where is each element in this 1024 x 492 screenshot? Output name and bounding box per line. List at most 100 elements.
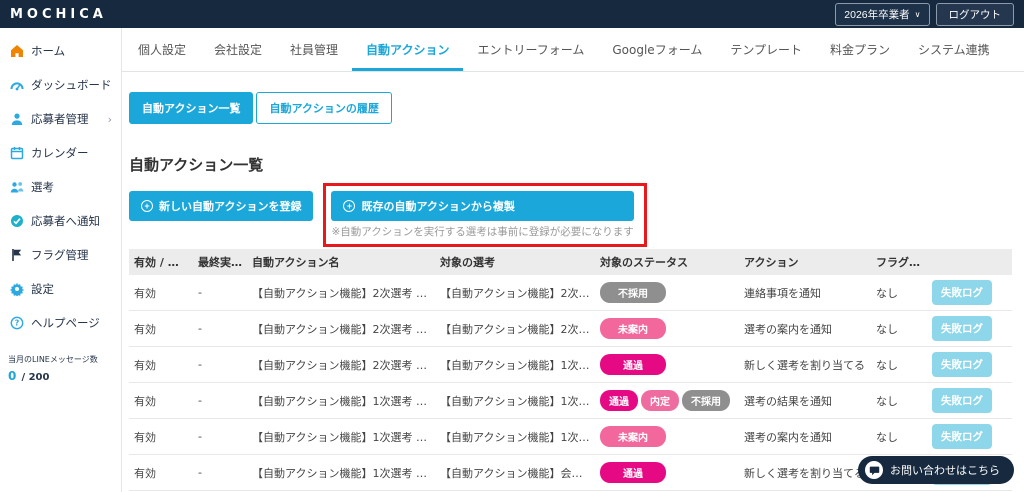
cell-action: 新しく選考を割り当てる	[739, 357, 871, 373]
register-new-action-label: 新しい自動アクションを登録	[159, 198, 301, 214]
cell-enabled: 有効	[129, 321, 193, 337]
contact-chat-label: お問い合わせはこちら	[890, 462, 1000, 478]
failure-log-button[interactable]: 失敗ログ	[932, 280, 992, 305]
calendar-icon	[9, 146, 24, 161]
sidebar-item-label: フラグ管理	[31, 247, 89, 263]
cell-action-name: 【自動アクション機能】2次選考 選考案内通知	[247, 321, 435, 337]
user-icon	[9, 112, 24, 127]
sidebar-item-dashboard[interactable]: ダッシュボード	[0, 68, 121, 102]
status-badge: 内定	[641, 390, 679, 411]
cell-last-run: -	[193, 286, 247, 299]
subtab-action-list[interactable]: 自動アクション一覧	[129, 92, 253, 124]
status-badge: 不採用	[600, 282, 666, 303]
dashboard-icon	[9, 78, 24, 93]
cell-action-name: 【自動アクション機能】2次選考 不合格通知（連…	[247, 285, 435, 301]
column-header: アクション	[739, 254, 871, 270]
tab-system[interactable]: システム連携	[904, 28, 1004, 71]
status-badge: 通過	[600, 354, 666, 375]
cell-target-selection: 【自動アクション機能】1次選考	[435, 429, 595, 445]
plus-icon: +	[343, 200, 355, 212]
cell-action: 選考の結果を通知	[739, 393, 871, 409]
app-logo: MOCHICA	[10, 7, 107, 22]
page-title: 自動アクション一覧	[129, 154, 1012, 175]
cell-enabled: 有効	[129, 357, 193, 373]
sidebar: ホームダッシュボード応募者管理› カレンダー選考応募者へ通知フラグ管理設定 ?ヘルプ…	[0, 28, 122, 492]
logout-button[interactable]: ログアウト	[936, 3, 1015, 26]
sidebar-item-settings[interactable]: 設定	[0, 272, 121, 306]
cell-enabled: 有効	[129, 285, 193, 301]
table-row[interactable]: 有効-【自動アクション機能】1次選考 選考案内送付【自動アクション機能】1次選考…	[129, 419, 1012, 455]
cell-action: 選考の案内を通知	[739, 321, 871, 337]
highlight-red-box: + 既存の自動アクションから複製 ※自動アクションを実行する選考は事前に登録が必…	[323, 183, 646, 247]
sidebar-item-flags[interactable]: フラグ管理	[0, 238, 121, 272]
column-header: フラグ指定	[871, 254, 927, 270]
auto-action-subtabs: 自動アクション一覧自動アクションの履歴	[129, 92, 1012, 124]
tab-pricing[interactable]: 料金プラン	[816, 28, 904, 71]
subtab-action-history[interactable]: 自動アクションの履歴	[256, 92, 391, 124]
sidebar-item-calendar[interactable]: カレンダー	[0, 136, 121, 170]
cell-target-selection: 【自動アクション機能】会社説明会	[435, 465, 595, 481]
cell-target-selection: 【自動アクション機能】2次選考	[435, 285, 595, 301]
tab-template[interactable]: テンプレート	[716, 28, 816, 71]
cell-action-name: 【自動アクション機能】1次選考 結果通知	[247, 393, 435, 409]
topbar: MOCHICA 2026年卒業者 ∨ ログアウト	[0, 0, 1024, 28]
cell-flag: なし	[871, 393, 927, 409]
line-message-counter: 当月のLINEメッセージ数 0 / 200	[0, 350, 121, 388]
cell-action: 新しく選考を割り当てる	[739, 465, 871, 481]
column-header: 有効 / 無効	[129, 254, 193, 270]
cell-action: 選考の案内を通知	[739, 429, 871, 445]
register-new-action-button[interactable]: + 新しい自動アクションを登録	[129, 191, 313, 221]
flag-icon	[9, 248, 24, 263]
tab-staff[interactable]: 社員管理	[276, 28, 352, 71]
table-row[interactable]: 有効-【自動アクション機能】1次選考 結果通知【自動アクション機能】1次選考通過…	[129, 383, 1012, 419]
svg-text:?: ?	[14, 319, 19, 328]
cell-log-button: 失敗ログ	[927, 352, 1012, 377]
sidebar-item-label: 応募者へ通知	[31, 213, 100, 229]
column-header: 最終実行日時	[193, 254, 247, 270]
failure-log-button[interactable]: 失敗ログ	[932, 388, 992, 413]
contact-chat-button[interactable]: お問い合わせはこちら	[858, 456, 1014, 484]
sidebar-item-selection[interactable]: 選考	[0, 170, 121, 204]
sidebar-item-home[interactable]: ホーム	[0, 34, 121, 68]
line-counter-label: 当月のLINEメッセージ数	[8, 354, 113, 365]
people-icon	[9, 180, 24, 195]
sidebar-item-applicants[interactable]: 応募者管理›	[0, 102, 121, 136]
cell-action-name: 【自動アクション機能】1次選考 選考案内送付	[247, 429, 435, 445]
column-header: 対象の選考	[435, 254, 595, 270]
action-note: ※自動アクションを実行する選考は事前に登録が必要になります	[331, 224, 633, 239]
table-row[interactable]: 有効-【自動アクション機能】2次選考 割り当て【自動アクション機能】1次選考通過…	[129, 347, 1012, 383]
failure-log-button[interactable]: 失敗ログ	[932, 316, 992, 341]
tab-auto-action[interactable]: 自動アクション	[352, 28, 463, 71]
status-badge: 通過	[600, 462, 666, 483]
failure-log-button[interactable]: 失敗ログ	[932, 424, 992, 449]
status-badge: 未案内	[600, 318, 666, 339]
cell-log-button: 失敗ログ	[927, 388, 1012, 413]
duplicate-action-button[interactable]: + 既存の自動アクションから複製	[331, 191, 633, 221]
status-badge: 通過	[600, 390, 638, 411]
tab-personal[interactable]: 個人設定	[124, 28, 200, 71]
settings-tabbar: 個人設定会社設定社員管理自動アクションエントリーフォームGoogleフォームテン…	[122, 28, 1024, 72]
graduation-year-selector[interactable]: 2026年卒業者 ∨	[835, 3, 929, 26]
tab-entry-form[interactable]: エントリーフォーム	[463, 28, 598, 71]
column-header: 対象のステータス	[595, 254, 739, 270]
cell-flag: なし	[871, 321, 927, 337]
sidebar-item-label: カレンダー	[31, 145, 89, 161]
cell-target-selection: 【自動アクション機能】1次選考	[435, 357, 595, 373]
tab-google-form[interactable]: Googleフォーム	[598, 28, 716, 71]
cell-statuses: 未案内	[595, 318, 739, 339]
tab-company[interactable]: 会社設定	[200, 28, 276, 71]
sidebar-item-help[interactable]: ?ヘルプページ	[0, 306, 121, 340]
sidebar-item-label: 設定	[31, 281, 54, 297]
cell-action-name: 【自動アクション機能】2次選考 割り当て	[247, 357, 435, 373]
table-row[interactable]: 有効-【自動アクション機能】2次選考 選考案内通知【自動アクション機能】2次選考…	[129, 311, 1012, 347]
check-circle-icon	[9, 214, 24, 229]
cell-enabled: 有効	[129, 429, 193, 445]
table-row[interactable]: 有効-【自動アクション機能】2次選考 不合格通知（連…【自動アクション機能】2次…	[129, 275, 1012, 311]
status-badge: 不採用	[682, 390, 730, 411]
cell-enabled: 有効	[129, 393, 193, 409]
cell-action-name: 【自動アクション機能】1次選考 割り当て	[247, 465, 435, 481]
cell-log-button: 失敗ログ	[927, 424, 1012, 449]
failure-log-button[interactable]: 失敗ログ	[932, 352, 992, 377]
cell-target-selection: 【自動アクション機能】1次選考	[435, 393, 595, 409]
sidebar-item-notify[interactable]: 応募者へ通知	[0, 204, 121, 238]
